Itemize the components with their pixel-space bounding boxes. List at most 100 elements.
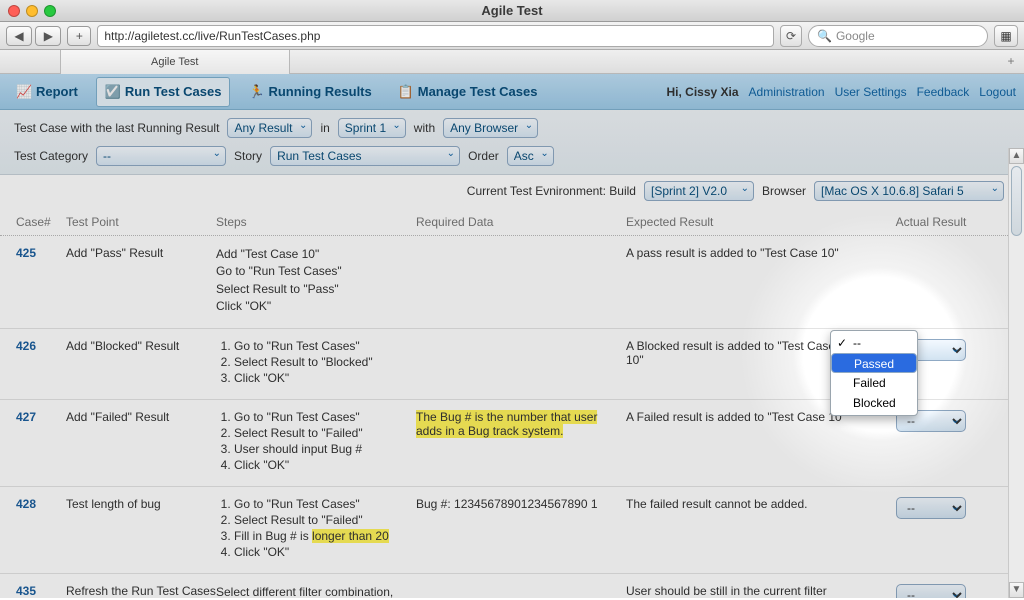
filter-prefix: Test Case with the last Running Result	[14, 121, 219, 135]
col-steps: Steps	[216, 215, 416, 229]
actual-result-select[interactable]: --	[896, 497, 966, 519]
label-order: Order	[468, 149, 499, 163]
search-icon: 🔍	[817, 29, 832, 43]
case-link[interactable]: 426	[16, 339, 36, 353]
test-point: Add "Blocked" Result	[66, 339, 216, 353]
nav-run-label: Run Test Cases	[125, 84, 222, 99]
greeting: Hi, Cissy Xia	[666, 85, 738, 99]
feedback-link[interactable]: Feedback	[917, 85, 970, 99]
test-point: Add "Failed" Result	[66, 410, 216, 424]
steps-cell: Add "Test Case 10"Go to "Run Test Cases"…	[216, 246, 416, 316]
test-point: Refresh the Run Test Cases	[66, 584, 216, 598]
chart-icon: 📈	[16, 84, 32, 100]
expected-result: A Blocked result is added to "Test Case …	[626, 339, 846, 367]
browser-toolbar: ◀ ▶ + http://agiletest.cc/live/RunTestCa…	[0, 22, 1024, 50]
nav-manage-label: Manage Test Cases	[418, 84, 538, 99]
case-link[interactable]: 435	[16, 584, 36, 598]
browser-tab[interactable]: Agile Test	[60, 50, 290, 74]
scroll-up-arrow[interactable]: ▲	[1009, 148, 1024, 164]
url-text: http://agiletest.cc/live/RunTestCases.ph…	[104, 29, 320, 43]
browser-env-select[interactable]: [Mac OS X 10.6.8] Safari 5	[814, 181, 1004, 201]
app-nav: 📈 Report ☑️ Run Test Cases 🏃 Running Result…	[0, 74, 1024, 110]
table-row: 425 Add "Pass" ResultAdd "Test Case 10"Go…	[0, 236, 1024, 329]
browser-filter[interactable]: Any Browser	[443, 118, 538, 138]
window-title: Agile Test	[0, 3, 1024, 18]
tab-title: Agile Test	[151, 56, 199, 68]
search-placeholder: Google	[836, 29, 875, 43]
back-button[interactable]: ◀	[6, 26, 32, 46]
build-select[interactable]: [Sprint 2] V2.0	[644, 181, 754, 201]
case-link[interactable]: 427	[16, 410, 36, 424]
col-req: Required Data	[416, 215, 626, 229]
steps-cell: Select different filter combination, and…	[216, 584, 416, 598]
table-row: 435 Refresh the Run Test CasesSelect diff…	[0, 574, 1024, 598]
col-case: Case#	[16, 215, 66, 229]
story-filter[interactable]: Run Test Cases	[270, 146, 460, 166]
actual-result-select[interactable]: --	[896, 584, 966, 598]
env-label: Current Test Evnironment: Build	[467, 184, 636, 198]
reload-button[interactable]: ⟳	[780, 25, 802, 47]
label-category: Test Category	[14, 149, 88, 163]
test-point: Add "Pass" Result	[66, 246, 216, 260]
scroll-down-arrow[interactable]: ▼	[1009, 582, 1024, 598]
vertical-scrollbar[interactable]: ▲ ▼	[1008, 148, 1024, 598]
nav-results-label: Running Results	[268, 84, 371, 99]
case-link[interactable]: 428	[16, 497, 36, 511]
sprint-filter[interactable]: Sprint 1	[338, 118, 406, 138]
col-actual: Actual Result	[846, 215, 1016, 229]
table-body: 425 Add "Pass" ResultAdd "Test Case 10"Go…	[0, 236, 1024, 598]
actual-result-dropdown[interactable]: -- Passed Failed Blocked	[830, 330, 918, 416]
nav-running-results[interactable]: 🏃 Running Results	[240, 78, 379, 106]
actual-result-cell: --	[846, 584, 1016, 598]
scroll-thumb[interactable]	[1011, 166, 1022, 236]
dropdown-option-passed[interactable]: Passed	[831, 353, 917, 373]
actual-result-cell: --	[846, 497, 1016, 519]
nav-run-test-cases[interactable]: ☑️ Run Test Cases	[96, 77, 231, 107]
new-tab-button[interactable]: +	[1002, 52, 1020, 70]
label-story: Story	[234, 149, 262, 163]
browser-search-input[interactable]: 🔍 Google	[808, 25, 988, 47]
dropdown-option-failed[interactable]: Failed	[831, 373, 917, 393]
col-point: Test Point	[66, 215, 216, 229]
case-link[interactable]: 425	[16, 246, 36, 260]
user-settings-link[interactable]: User Settings	[835, 85, 907, 99]
category-filter[interactable]: --	[96, 146, 226, 166]
app-root: 📈 Report ☑️ Run Test Cases 🏃 Running Result…	[0, 74, 1024, 598]
expected-result: A Failed result is added to "Test Case 1…	[626, 410, 846, 424]
url-input[interactable]: http://agiletest.cc/live/RunTestCases.ph…	[97, 25, 774, 47]
dropdown-option-dash[interactable]: --	[831, 333, 917, 353]
result-filter[interactable]: Any Result	[227, 118, 312, 138]
add-bookmark-button[interactable]: +	[67, 26, 91, 46]
list-icon: 📋	[398, 84, 414, 100]
nav-report[interactable]: 📈 Report	[8, 78, 86, 106]
browser-tabbar: Agile Test +	[0, 50, 1024, 74]
required-data: The Bug # is the number that user adds i…	[416, 410, 626, 438]
required-data: Bug #: 12345678901234567890 1	[416, 497, 626, 511]
table-header: Case# Test Point Steps Required Data Exp…	[0, 207, 1024, 236]
dropdown-option-blocked[interactable]: Blocked	[831, 393, 917, 413]
table-row: 428 Test length of bugGo to "Run Test Cas…	[0, 487, 1024, 574]
steps-cell: Go to "Run Test Cases"Select Result to "…	[216, 410, 416, 474]
col-expected: Expected Result	[626, 215, 846, 229]
page-overview-button[interactable]: ▦	[994, 25, 1018, 47]
steps-cell: Go to "Run Test Cases"Select Result to "…	[216, 339, 416, 387]
window-titlebar: Agile Test	[0, 0, 1024, 22]
nav-report-label: Report	[36, 84, 78, 99]
admin-link[interactable]: Administration	[749, 85, 825, 99]
steps-cell: Go to "Run Test Cases"Select Result to "…	[216, 497, 416, 561]
forward-button[interactable]: ▶	[35, 26, 61, 46]
runner-icon: 🏃	[248, 84, 264, 100]
label-with: with	[414, 121, 435, 135]
expected-result: The failed result cannot be added.	[626, 497, 846, 511]
order-filter[interactable]: Asc	[507, 146, 554, 166]
logout-link[interactable]: Logout	[979, 85, 1016, 99]
expected-result: User should be still in the current filt…	[626, 584, 846, 598]
expected-result: A pass result is added to "Test Case 10"	[626, 246, 846, 260]
env-row: Current Test Evnironment: Build [Sprint …	[0, 175, 1024, 207]
label-in: in	[320, 121, 329, 135]
nav-manage-test-cases[interactable]: 📋 Manage Test Cases	[390, 78, 546, 106]
env-browser-label: Browser	[762, 184, 806, 198]
test-point: Test length of bug	[66, 497, 216, 511]
checkbox-icon: ☑️	[105, 84, 121, 100]
filter-bar: Test Case with the last Running Result A…	[0, 110, 1024, 175]
